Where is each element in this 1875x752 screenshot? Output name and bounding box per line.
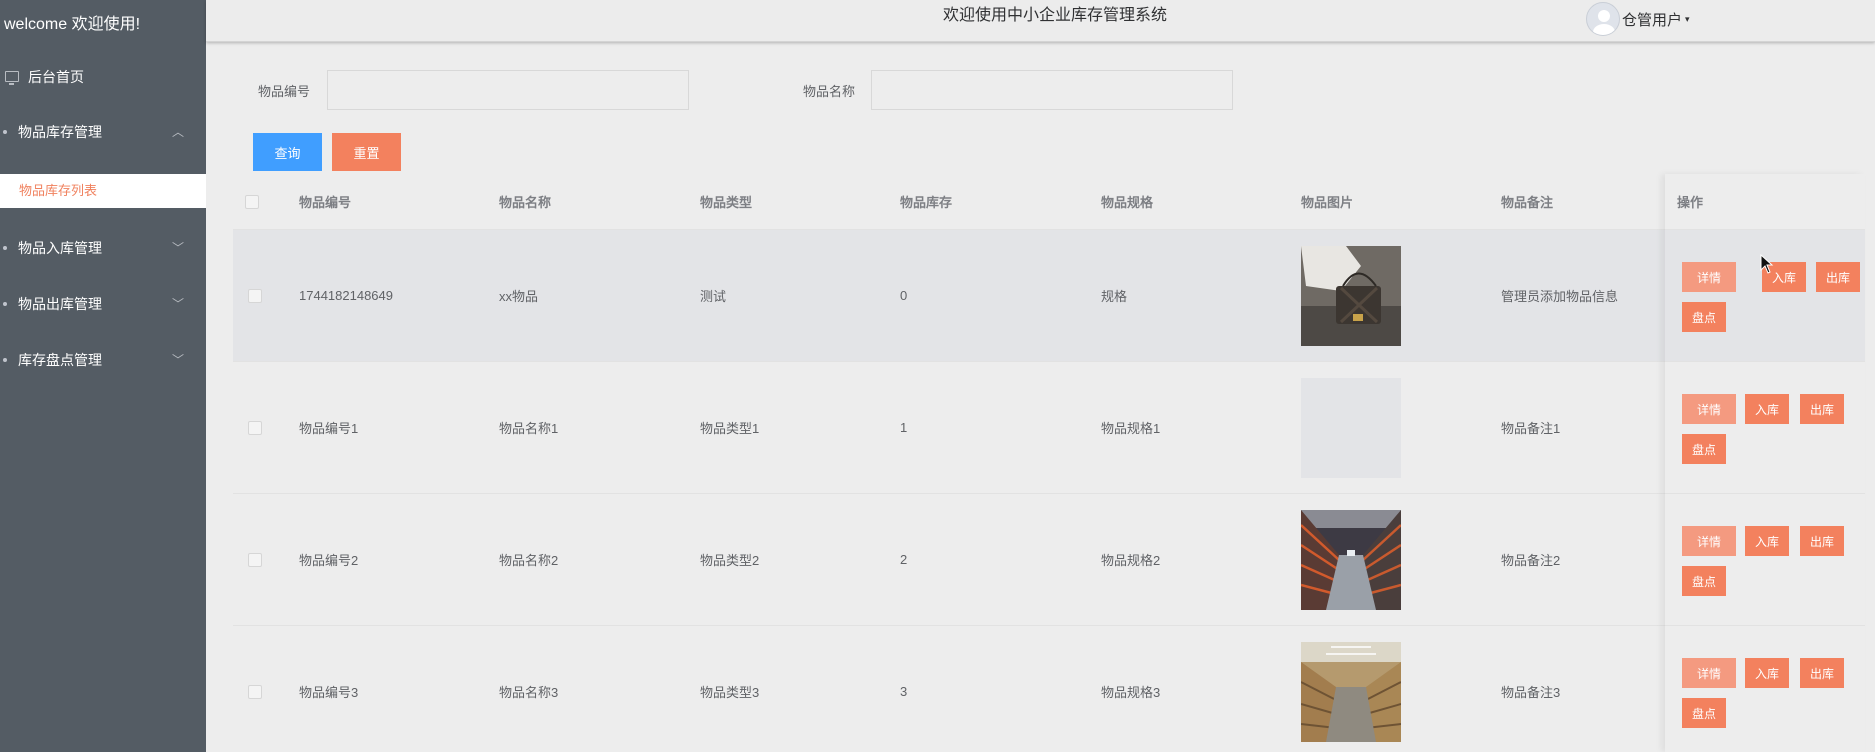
cell-code: 物品编号2 [299, 553, 359, 568]
item-image[interactable] [1301, 641, 1401, 742]
sidebar-item-label: 物品入库管理 [18, 240, 102, 256]
stock-in-button[interactable]: 入库 [1745, 394, 1789, 424]
cell-spec: 物品规格2 [1101, 553, 1161, 568]
sidebar-item-home[interactable]: 后台首页 [0, 50, 206, 104]
bullet-icon [3, 246, 7, 250]
detail-button[interactable]: 详情 [1682, 262, 1736, 292]
bullet-icon [3, 358, 7, 362]
chevron-down-icon: ﹀ [171, 241, 184, 255]
user-menu[interactable]: 仓管用户 ▾ [1586, 0, 1690, 38]
cell-type: 物品类型3 [700, 685, 760, 700]
table-row[interactable]: 1744182148649 xx物品 测试 0 规格 管理员添加物品信息 [233, 230, 1865, 362]
cell-remark: 物品备注2 [1501, 553, 1561, 568]
stock-out-button[interactable]: 出库 [1800, 526, 1844, 556]
row-checkbox[interactable] [248, 552, 262, 567]
reset-button[interactable]: 重置 [332, 133, 401, 171]
cell-spec: 规格 [1101, 289, 1128, 304]
sidebar-item-stocktake[interactable]: 库存盘点管理 ﹀ [0, 332, 206, 388]
stocktake-button[interactable]: 盘点 [1682, 434, 1726, 464]
cell-name: 物品名称3 [499, 685, 559, 700]
cell-code: 物品编号1 [299, 421, 359, 436]
chevron-down-icon: ﹀ [171, 353, 184, 367]
table-row[interactable]: 物品编号3 物品名称3 物品类型3 3 物品规格3 物品备注3 [233, 626, 1865, 752]
stock-in-button[interactable]: 入库 [1745, 658, 1789, 688]
row-checkbox[interactable] [248, 420, 262, 435]
cell-spec: 物品规格1 [1101, 421, 1161, 436]
cell-type: 物品类型1 [700, 421, 760, 436]
monitor-icon [5, 71, 19, 85]
name-label: 物品名称 [803, 84, 856, 99]
cell-stock: 1 [900, 420, 908, 435]
row-checkbox[interactable] [248, 288, 262, 303]
stock-out-button[interactable]: 出库 [1800, 394, 1844, 424]
top-header: 欢迎使用中小企业库存管理系统 仓管用户 ▾ [206, 0, 1875, 42]
query-button[interactable]: 查询 [253, 133, 322, 171]
cell-code: 物品编号3 [299, 685, 359, 700]
sidebar-item-label: 库存盘点管理 [18, 352, 102, 368]
mouse-cursor-icon [1760, 254, 1774, 274]
code-label: 物品编号 [258, 84, 311, 99]
chevron-up-icon: ︿ [171, 125, 184, 139]
sidebar-item-label: 后台首页 [28, 69, 84, 85]
cell-remark: 物品备注1 [1501, 421, 1561, 436]
detail-button[interactable]: 详情 [1682, 526, 1736, 556]
stocktake-button[interactable]: 盘点 [1682, 566, 1726, 596]
inventory-table: 物品编号 物品名称 物品类型 物品库存 物品规格 物品图片 物品备注 操作 17… [233, 174, 1865, 752]
header-code[interactable]: 物品编号 [299, 174, 351, 229]
avatar[interactable] [1586, 2, 1620, 36]
stocktake-button[interactable]: 盘点 [1682, 698, 1726, 728]
cell-type: 物品类型2 [700, 553, 760, 568]
code-search-input[interactable] [327, 70, 689, 110]
header-image: 物品图片 [1301, 195, 1354, 210]
caret-down-icon[interactable]: ▾ [1685, 14, 1690, 25]
detail-button[interactable]: 详情 [1682, 658, 1736, 688]
item-image[interactable] [1301, 509, 1401, 610]
row-checkbox[interactable] [248, 684, 262, 699]
item-image[interactable] [1301, 245, 1401, 346]
user-name[interactable]: 仓管用户 [1622, 9, 1682, 30]
cell-spec: 物品规格3 [1101, 685, 1161, 700]
header-type[interactable]: 物品类型 [700, 174, 752, 229]
chevron-down-icon: ﹀ [171, 297, 184, 311]
cell-code: 1744182148649 [299, 288, 393, 303]
name-search-input[interactable] [871, 70, 1233, 110]
table-header: 物品编号 物品名称 物品类型 物品库存 物品规格 物品图片 物品备注 操作 [233, 174, 1865, 230]
sidebar-item-inbound[interactable]: 物品入库管理 ﹀ [0, 220, 206, 276]
page-title: 欢迎使用中小企业库存管理系统 [943, 7, 1168, 24]
sidebar: welcome 欢迎使用! 后台首页 物品库存管理 ︿ 物品库存列表 物品入库管… [0, 0, 206, 752]
cell-remark: 物品备注3 [1501, 685, 1561, 700]
stocktake-button[interactable]: 盘点 [1682, 302, 1726, 332]
item-image-placeholder [1301, 377, 1401, 478]
cell-name: 物品名称2 [499, 553, 559, 568]
bullet-icon [3, 302, 7, 306]
cell-stock: 3 [900, 684, 908, 699]
cell-stock: 0 [900, 288, 908, 303]
sidebar-subitem-inventory-list[interactable]: 物品库存列表 [0, 174, 206, 208]
header-spec[interactable]: 物品规格 [1101, 174, 1153, 229]
stock-out-button[interactable]: 出库 [1800, 658, 1844, 688]
stock-out-button[interactable]: 出库 [1816, 262, 1860, 292]
sidebar-item-inventory[interactable]: 物品库存管理 ︿ [0, 104, 206, 160]
detail-button[interactable]: 详情 [1682, 394, 1736, 424]
cell-name: 物品名称1 [499, 421, 559, 436]
cell-stock: 2 [900, 552, 908, 567]
stock-in-button[interactable]: 入库 [1745, 526, 1789, 556]
cell-name: xx物品 [499, 289, 539, 304]
sidebar-welcome: welcome 欢迎使用! [4, 16, 141, 33]
table-row[interactable]: 物品编号1 物品名称1 物品类型1 1 物品规格1 物品备注1 [233, 362, 1865, 494]
sidebar-item-label: 物品库存管理 [18, 124, 102, 140]
cell-remark: 管理员添加物品信息 [1501, 289, 1619, 304]
bullet-icon [3, 130, 7, 134]
table-row[interactable]: 物品编号2 物品名称2 物品类型2 2 物品规格2 物品备注2 [233, 494, 1865, 626]
select-all-checkbox[interactable] [245, 194, 259, 209]
sidebar-item-label: 物品出库管理 [18, 296, 102, 312]
cell-type: 测试 [700, 289, 727, 304]
header-remark: 物品备注 [1501, 195, 1554, 210]
header-stock[interactable]: 物品库存 [900, 174, 952, 229]
sidebar-item-outbound[interactable]: 物品出库管理 ﹀ [0, 276, 206, 332]
header-name[interactable]: 物品名称 [499, 174, 551, 229]
